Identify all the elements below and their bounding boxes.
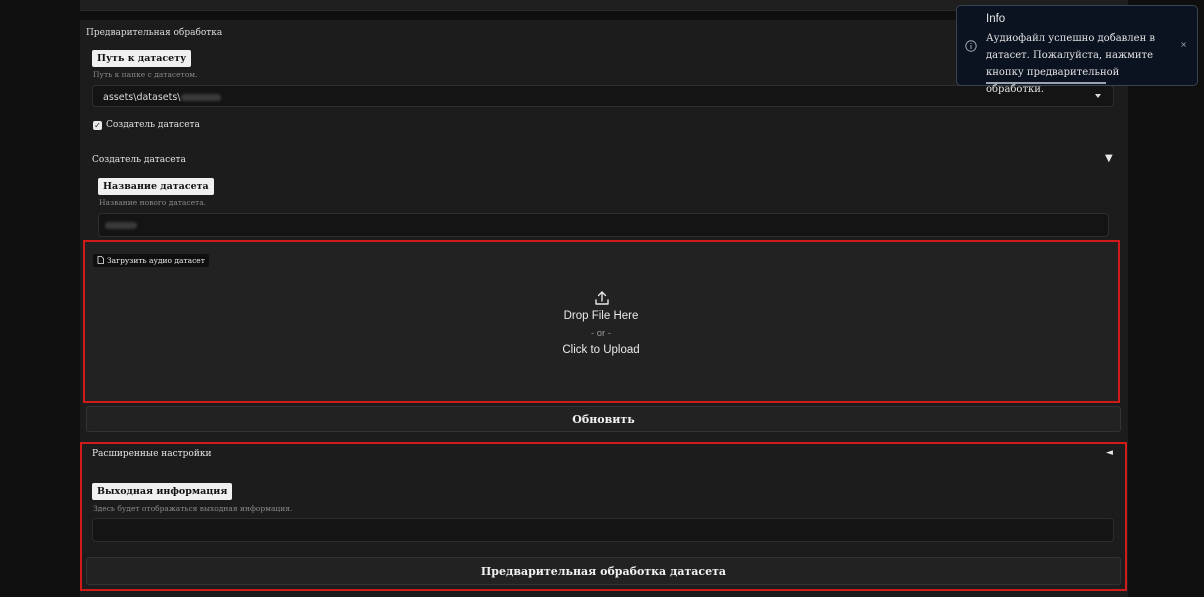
dataset-creator-title[interactable]: Создатель датасета — [92, 155, 186, 165]
dataset-name-label: Название датасета — [98, 178, 214, 195]
redacted-text — [180, 94, 221, 101]
highlight-advanced-settings — [80, 442, 1127, 591]
highlight-upload-area — [83, 240, 1120, 403]
collapse-toggle-icon[interactable]: ▼ — [1105, 153, 1113, 164]
dataset-path-select[interactable]: assets\datasets\ — [92, 85, 1114, 107]
dataset-name-input[interactable] — [98, 213, 1109, 237]
dataset-path-value: assets\datasets\ — [103, 92, 181, 103]
toast-title: Info — [986, 13, 1006, 25]
dataset-path-value-wrap: assets\datasets\ — [103, 92, 221, 103]
dataset-path-hint: Путь к папке с датасетом. — [93, 70, 198, 79]
section-title: Предварительная обработка — [86, 28, 223, 38]
info-circle-icon — [965, 40, 977, 52]
dataset-path-label: Путь к датасету — [92, 50, 192, 67]
close-icon[interactable]: × — [1180, 40, 1187, 49]
redacted-text — [105, 222, 137, 229]
info-toast: Info Аудиофайл успешно добавлен в датасе… — [956, 5, 1198, 95]
dataset-name-hint: Название нового датасета. — [99, 198, 207, 207]
toast-message: Аудиофайл успешно добавлен в датасет. По… — [986, 33, 1156, 95]
dataset-creator-checkbox[interactable]: ✓ — [93, 121, 102, 130]
toast-progress-bar — [986, 82, 1106, 84]
dataset-creator-checkbox-label: Создатель датасета — [106, 120, 200, 130]
refresh-button[interactable]: Обновить — [86, 406, 1121, 432]
